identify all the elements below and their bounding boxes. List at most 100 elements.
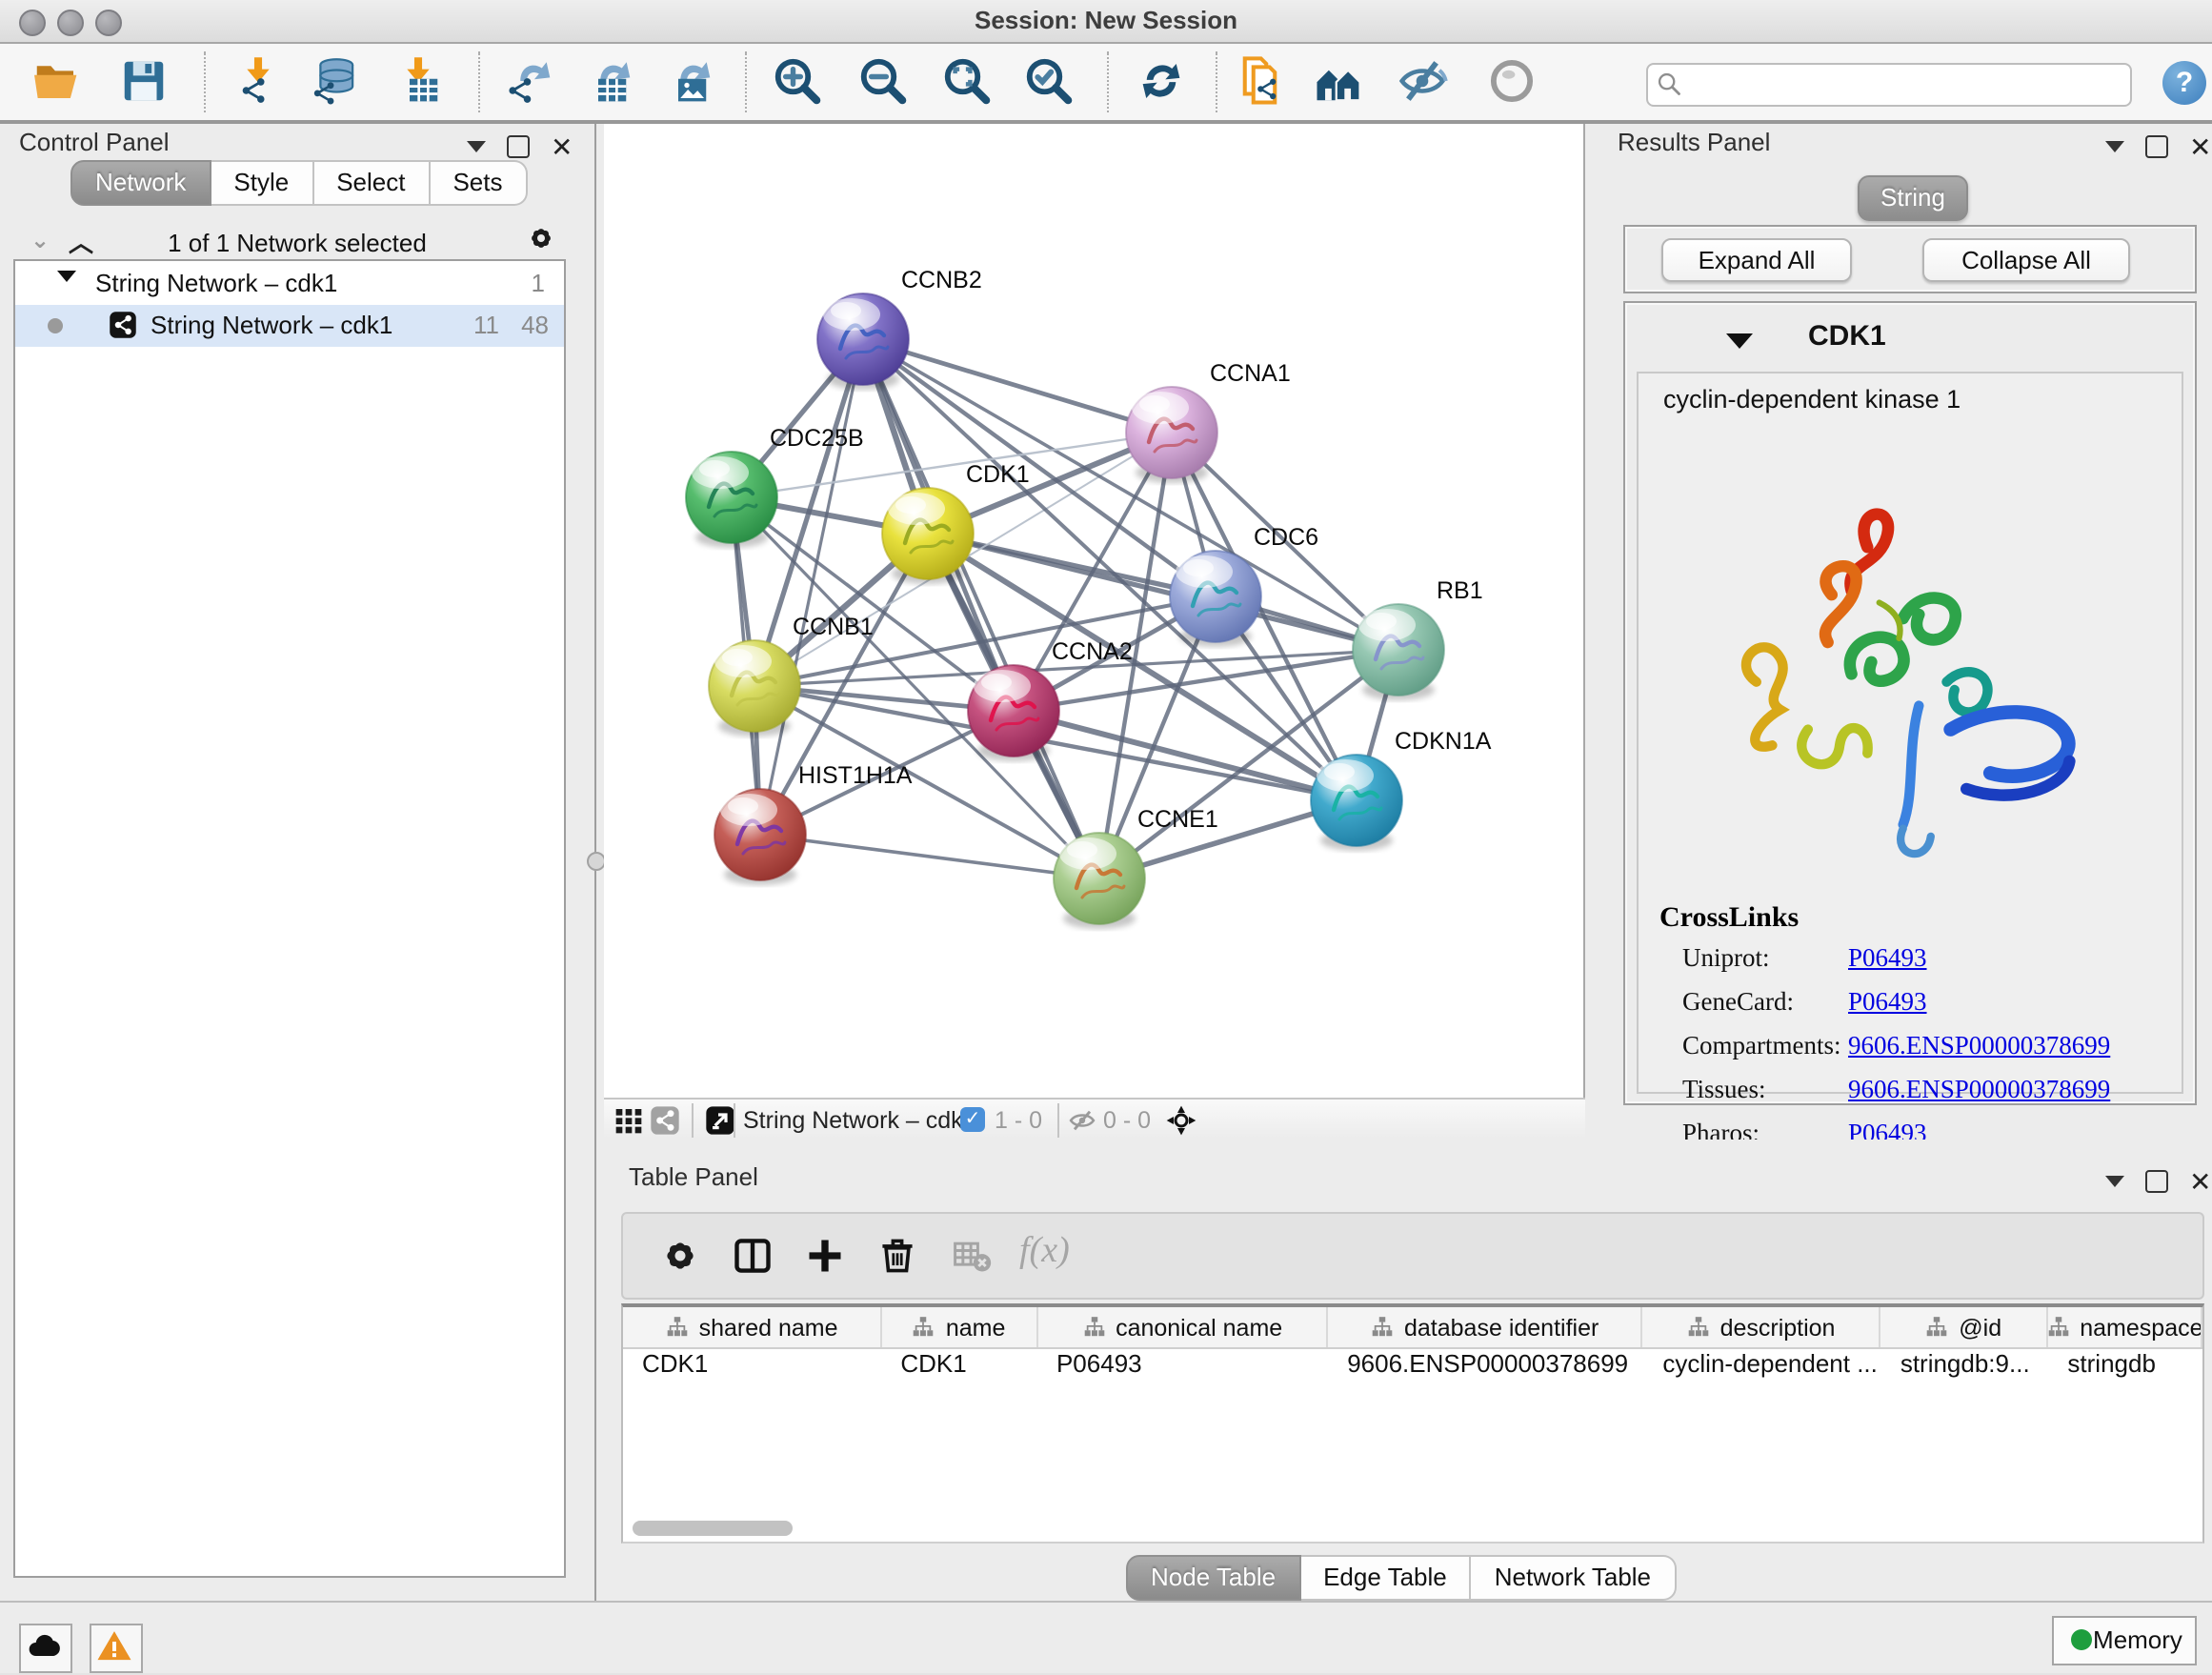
crosslink-link[interactable]: P06493 xyxy=(1848,987,1927,1018)
table-cell[interactable]: stringdb xyxy=(2048,1349,2202,1383)
column-header-database-identifier[interactable]: database identifier xyxy=(1328,1307,1642,1347)
table-cell[interactable]: CDK1 xyxy=(623,1349,881,1383)
tab-network[interactable]: Network xyxy=(70,160,211,206)
table-row[interactable]: CDK1CDK1P064939606.ENSP00000378699cyclin… xyxy=(623,1349,2202,1383)
tab-sets[interactable]: Sets xyxy=(430,160,527,206)
panel-float-icon[interactable] xyxy=(2145,135,2168,158)
network-selection-status: 1 of 1 Network selected xyxy=(0,229,594,257)
panel-close-icon[interactable]: ✕ xyxy=(2189,1172,2211,1191)
crosslink-link[interactable]: 9606.ENSP00000378699 xyxy=(1848,1031,2110,1061)
table-cell[interactable]: CDK1 xyxy=(881,1349,1037,1383)
zoom-selected-icon[interactable] xyxy=(1023,55,1080,109)
birdseye-view-icon[interactable] xyxy=(705,1105,735,1136)
search-icon xyxy=(1656,71,1682,97)
delete-column-icon[interactable] xyxy=(876,1235,922,1277)
import-network-icon[interactable] xyxy=(232,55,290,109)
share-document-icon[interactable] xyxy=(1238,55,1296,109)
panel-float-icon[interactable] xyxy=(507,135,530,158)
houses-icon[interactable] xyxy=(1313,55,1370,109)
table-cell[interactable]: stringdb:9... xyxy=(1881,1349,2049,1383)
tab-style[interactable]: Style xyxy=(211,160,313,206)
panel-collapse-icon[interactable] xyxy=(2105,1176,2124,1187)
edge-CCNB2-CCNA1[interactable] xyxy=(863,339,1172,433)
network-options-gear-icon[interactable] xyxy=(526,223,556,263)
panel-float-icon[interactable] xyxy=(2145,1170,2168,1193)
control-panel: Control Panel ✕ NetworkStyleSelectSets ⌄… xyxy=(0,124,596,1601)
split-columns-icon[interactable] xyxy=(732,1235,777,1277)
network-row[interactable]: String Network – cdk1 11 48 xyxy=(15,305,564,347)
crosshair-icon[interactable] xyxy=(1166,1105,1196,1136)
node-RB1[interactable]: RB1 xyxy=(1353,577,1483,700)
column-header-name[interactable]: name xyxy=(881,1307,1037,1347)
zoom-fit-icon[interactable] xyxy=(941,55,998,109)
search-box[interactable] xyxy=(1646,63,2132,107)
tab-edge-table[interactable]: Edge Table xyxy=(1300,1555,1472,1601)
save-icon[interactable] xyxy=(118,55,175,109)
zoom-in-icon[interactable] xyxy=(772,55,829,109)
panel-close-icon[interactable]: ✕ xyxy=(551,137,573,156)
function-builder-icon: f(x) xyxy=(1019,1231,1070,1273)
export-table-icon[interactable] xyxy=(581,55,638,109)
grid-view-icon[interactable] xyxy=(613,1105,644,1136)
tree-expander-icon[interactable] xyxy=(57,271,76,282)
column-header-description[interactable]: description xyxy=(1642,1307,1880,1347)
edge-CCNE1-HIST1H1A[interactable] xyxy=(760,835,1099,878)
column-header-namespace[interactable]: namespace xyxy=(2048,1307,2202,1347)
share-view-icon[interactable] xyxy=(650,1105,680,1136)
column-header-canonical-name[interactable]: canonical name xyxy=(1037,1307,1328,1347)
panel-close-icon[interactable]: ✕ xyxy=(2189,137,2211,156)
table-cell[interactable]: 9606.ENSP00000378699 xyxy=(1328,1349,1643,1383)
status-bar: Memory xyxy=(0,1601,2212,1673)
column-header-shared-name[interactable]: shared name xyxy=(623,1307,881,1347)
panel-collapse-icon[interactable] xyxy=(467,141,486,152)
left-splitter-handle[interactable] xyxy=(587,852,606,871)
node-CCNE1[interactable]: CCNE1 xyxy=(1054,806,1218,929)
network-canvas[interactable]: CCNB2 CCNA1 CDC25B CDK1 xyxy=(604,124,1585,1098)
zoom-out-icon[interactable] xyxy=(857,55,915,109)
crosslink-label: Tissues: xyxy=(1682,1075,1766,1105)
eye-icon[interactable] xyxy=(1486,55,1543,109)
refresh-icon[interactable] xyxy=(1136,55,1193,109)
tab-select[interactable]: Select xyxy=(313,160,430,206)
memory-button[interactable]: Memory xyxy=(2052,1616,2197,1665)
panel-collapse-icon[interactable] xyxy=(2105,141,2124,152)
cloud-button[interactable] xyxy=(19,1624,72,1673)
memory-status-dot-icon xyxy=(2071,1629,2092,1650)
crosslink-link[interactable]: P06493 xyxy=(1848,943,1927,974)
hidden-eye-icon[interactable] xyxy=(1067,1105,1097,1136)
table-cell[interactable]: cyclin-dependent ... xyxy=(1643,1349,1880,1383)
expand-all-button[interactable]: Expand All xyxy=(1661,238,1852,282)
add-column-icon[interactable] xyxy=(804,1235,850,1277)
tab-network-table[interactable]: Network Table xyxy=(1472,1555,1676,1601)
toolbar-separator xyxy=(204,51,206,112)
node-HIST1H1A[interactable]: HIST1H1A xyxy=(714,762,913,885)
selected-nodes-checkbox[interactable]: ✓ xyxy=(960,1107,985,1132)
node-CDK1[interactable]: CDK1 xyxy=(882,461,1030,584)
tab-string[interactable]: String xyxy=(1858,175,1968,221)
search-input[interactable] xyxy=(1688,67,2124,103)
node-CCNA1[interactable]: CCNA1 xyxy=(1126,360,1291,483)
export-network-icon[interactable] xyxy=(501,55,558,109)
result-section: CDK1 cyclin-dependent kinase 1 xyxy=(1623,301,2197,1105)
edge-CDK1-RB1[interactable] xyxy=(928,534,1398,650)
export-image-icon[interactable] xyxy=(661,55,718,109)
help-icon[interactable]: ? xyxy=(2162,61,2206,105)
import-table-icon[interactable] xyxy=(392,55,450,109)
eye-slash-icon[interactable] xyxy=(1397,55,1454,109)
warning-button[interactable] xyxy=(90,1624,143,1673)
table-cell[interactable]: P06493 xyxy=(1037,1349,1328,1383)
horizontal-scrollbar-thumb[interactable] xyxy=(633,1521,793,1536)
open-folder-icon[interactable] xyxy=(30,55,88,109)
node-CDKN1A[interactable]: CDKN1A xyxy=(1311,728,1492,851)
table-gear-icon[interactable] xyxy=(659,1235,705,1277)
column-header--id[interactable]: @id xyxy=(1880,1307,2048,1347)
crosslink-link[interactable]: 9606.ENSP00000378699 xyxy=(1848,1075,2110,1105)
node-CDC6[interactable]: CDC6 xyxy=(1170,524,1318,647)
collapse-all-button[interactable]: Collapse All xyxy=(1922,238,2130,282)
tab-node-table[interactable]: Node Table xyxy=(1126,1555,1300,1601)
edge-CCNB2-CCNE1[interactable] xyxy=(863,339,1099,878)
table-toolbar: f(x) xyxy=(621,1212,2204,1300)
import-database-icon[interactable] xyxy=(309,55,366,109)
section-expander-icon[interactable] xyxy=(1726,333,1753,349)
network-collection-row[interactable]: String Network – cdk1 1 xyxy=(15,263,564,305)
